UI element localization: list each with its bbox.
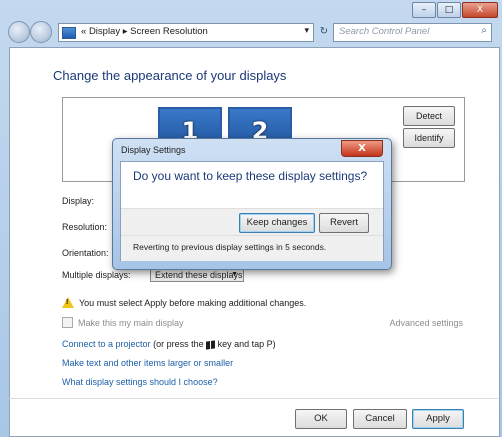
breadcrumb: « Display ▸ Screen Resolution xyxy=(81,26,208,37)
apply-warning: ! You must select Apply before making ad… xyxy=(62,297,306,308)
back-button[interactable] xyxy=(8,21,30,43)
projector-hint-text-end: key and tap P) xyxy=(217,339,276,349)
warning-text: You must select Apply before making addi… xyxy=(79,297,307,308)
dialog-title: Display Settings xyxy=(121,145,186,155)
display-help-link[interactable]: What display settings should I choose? xyxy=(62,377,218,387)
search-icon[interactable]: ⌕ xyxy=(481,25,487,36)
dialog-divider xyxy=(121,235,383,236)
ok-button[interactable]: OK xyxy=(295,409,347,429)
orientation-label: Orientation: xyxy=(62,248,109,258)
multiple-displays-value: Extend these displays xyxy=(155,270,243,280)
projector-hint-text: (or press the xyxy=(153,339,204,349)
maximize-button[interactable]: □ xyxy=(437,2,461,18)
main-display-checkbox[interactable]: Make this my main display xyxy=(62,317,184,328)
address-bar[interactable]: « Display ▸ Screen Resolution ▾ xyxy=(58,23,314,42)
caption-buttons: – □ X xyxy=(412,2,498,18)
minimize-button[interactable]: – xyxy=(412,2,436,18)
forward-button[interactable] xyxy=(30,21,52,43)
dialog-close-button[interactable]: X xyxy=(341,140,383,157)
revert-countdown: Reverting to previous display settings i… xyxy=(133,242,327,252)
breadcrumb-separator-icon[interactable]: ▸ xyxy=(123,26,128,37)
footer-divider xyxy=(9,398,498,399)
keep-changes-button[interactable]: Keep changes xyxy=(239,213,315,233)
address-toolbar: « Display ▸ Screen Resolution ▾ ↻ Search… xyxy=(8,20,496,44)
identify-button[interactable]: Identify xyxy=(403,128,455,148)
display-label: Display: xyxy=(62,196,95,206)
projector-line: Connect to a projector (or press the key… xyxy=(62,339,276,350)
warning-icon: ! xyxy=(62,297,74,308)
checkbox-box[interactable] xyxy=(62,317,73,328)
text-size-link[interactable]: Make text and other items larger or smal… xyxy=(62,358,233,368)
main-display-label: Make this my main display xyxy=(78,317,184,328)
connect-projector-link[interactable]: Connect to a projector xyxy=(62,339,151,349)
apply-button[interactable]: Apply xyxy=(412,409,464,429)
display-settings-dialog: Display Settings X Do you want to keep t… xyxy=(112,138,392,270)
control-panel-icon xyxy=(62,27,76,39)
resolution-label: Resolution: xyxy=(62,222,108,232)
multiple-displays-label: Multiple displays: xyxy=(62,270,131,280)
breadcrumb-screen-resolution[interactable]: Screen Resolution xyxy=(130,26,208,37)
refresh-icon[interactable]: ↻ xyxy=(316,24,332,40)
advanced-settings-link[interactable]: Advanced settings xyxy=(389,318,463,328)
address-dropdown-icon[interactable]: ▾ xyxy=(304,26,309,36)
breadcrumb-overflow[interactable]: « xyxy=(81,26,86,37)
cancel-button[interactable]: Cancel xyxy=(353,409,407,429)
search-placeholder: Search Control Panel xyxy=(339,26,430,37)
detect-button[interactable]: Detect xyxy=(403,106,455,126)
dialog-body: Do you want to keep these display settin… xyxy=(120,161,384,261)
revert-button[interactable]: Revert xyxy=(319,213,369,233)
search-input[interactable]: Search Control Panel ⌕ xyxy=(333,23,492,42)
dialog-question: Do you want to keep these display settin… xyxy=(133,169,368,183)
close-button[interactable]: X xyxy=(462,2,498,18)
breadcrumb-display[interactable]: Display xyxy=(89,26,120,37)
page-title: Change the appearance of your displays xyxy=(53,68,287,83)
window: – □ X « Display ▸ Screen Resolution ▾ ↻ … xyxy=(0,0,502,437)
windows-key-icon xyxy=(206,339,216,350)
